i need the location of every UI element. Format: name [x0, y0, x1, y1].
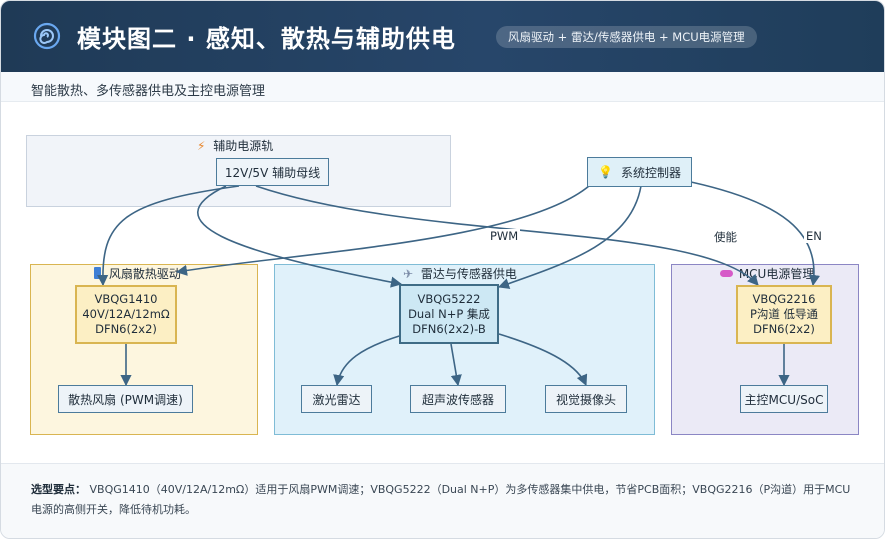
node-cooling-fan[interactable]: 散热风扇 (PWM调速): [58, 385, 193, 413]
chip-vbqg1410-rating: 40V/12A/12mΩ: [82, 307, 170, 321]
chip-vbqg2216-type: P沟道 低导通: [749, 307, 819, 321]
chip-vbqg5222-part: VBQG5222: [417, 291, 481, 306]
chip-vbqg5222-type: Dual N+P 集成: [408, 306, 490, 321]
chip-vbqg5222-package: DFN6(2x2)-B: [412, 321, 486, 336]
block-diagram: ⚡ 辅助电源轨 风扇散热驱动 ✈ 雷达与传感器供电 MCU电源管理 PWM 使能…: [1, 102, 884, 462]
selection-notes-text: 选型要点： VBQG1410（40V/12A/12mΩ）适用于风扇PWM调速；V…: [31, 480, 861, 520]
chip-vbqg5222[interactable]: VBQG5222 Dual N+P 集成 DFN6(2x2)-B: [399, 284, 499, 344]
header-bar: 模块图二 · 感知、散热与辅助供电 风扇驱动 + 雷达/传感器供电 + MCU电…: [1, 1, 884, 72]
node-vision-camera[interactable]: 视觉摄像头: [545, 385, 627, 413]
chip-vbqg1410[interactable]: VBQG1410 40V/12A/12mΩ DFN6(2x2): [75, 285, 177, 344]
chip-vbqg2216-part: VBQG2216: [752, 292, 816, 306]
selection-notes: 选型要点： VBQG1410（40V/12A/12mΩ）适用于风扇PWM调速；V…: [1, 463, 884, 538]
edge-label-enable: 使能: [712, 229, 739, 245]
edge-ctrl-to-mcu: [690, 181, 821, 287]
node-aux-bus[interactable]: 12V/5V 辅助母线: [216, 158, 329, 186]
node-system-controller[interactable]: 💡 系统控制器: [587, 157, 692, 187]
node-main-mcu[interactable]: 主控MCU/SoC: [740, 385, 828, 413]
edge-radar-chip-to-lidar: [333, 333, 407, 387]
chip-vbqg1410-package: DFN6(2x2): [95, 322, 157, 336]
chip-vbqg1410-part: VBQG1410: [94, 292, 158, 306]
chip-vbqg2216[interactable]: VBQG2216 P沟道 低导通 DFN6(2x2): [736, 285, 832, 344]
edge-ctrl-to-radar: [497, 185, 642, 289]
spiral-icon: [33, 22, 61, 50]
page-title: 模块图二 · 感知、散热与辅助供电: [77, 25, 456, 53]
edge-label-pwm: PWM: [488, 229, 521, 243]
selection-notes-label: 选型要点：: [31, 483, 86, 496]
header-tag: 风扇驱动 + 雷达/传感器供电 + MCU电源管理: [496, 26, 757, 48]
node-system-controller-label: 系统控制器: [620, 165, 681, 180]
edge-radar-chip-to-camera: [498, 333, 588, 387]
edge-aux-to-radar: [197, 185, 403, 288]
edge-ctrl-to-fan: [175, 185, 590, 276]
node-lidar[interactable]: 激光雷达: [301, 385, 372, 413]
module-card: 模块图二 · 感知、散热与辅助供电 风扇驱动 + 雷达/传感器供电 + MCU电…: [0, 0, 885, 539]
chip-vbqg2216-package: DFN6(2x2): [753, 322, 815, 336]
page-subtitle: 智能散热、多传感器供电及主控电源管理: [31, 84, 266, 99]
node-ultrasonic-sensor[interactable]: 超声波传感器: [410, 385, 506, 413]
edge-label-en: EN: [804, 229, 824, 243]
lightbulb-icon: 💡: [598, 165, 613, 179]
edge-radar-chip-to-ultrasonic: [450, 343, 462, 387]
subtitle-bar: 智能散热、多传感器供电及主控电源管理: [1, 72, 884, 102]
selection-notes-body: VBQG1410（40V/12A/12mΩ）适用于风扇PWM调速；VBQG522…: [31, 483, 851, 516]
